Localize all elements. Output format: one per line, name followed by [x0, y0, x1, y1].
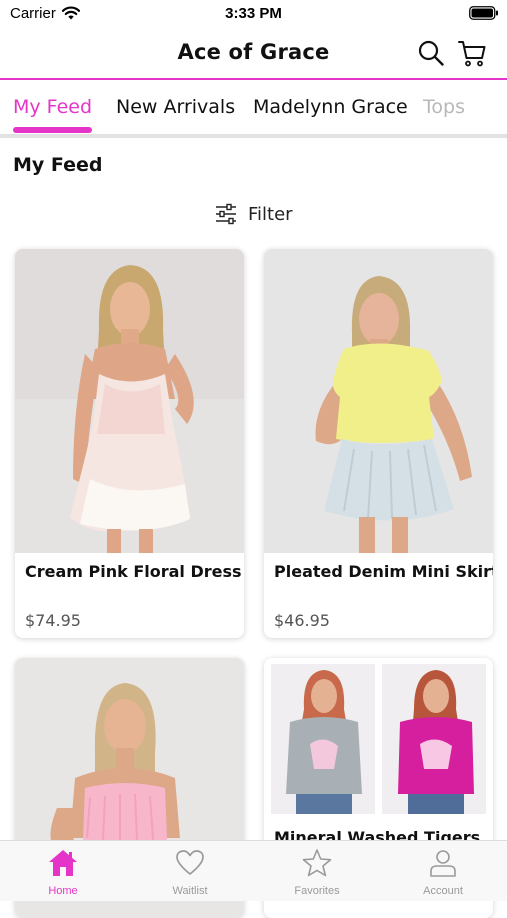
bottom-tab-bar: Home Waitlist Favorites Account: [0, 840, 507, 901]
category-tab-bar: My Feed New Arrivals Madelynn Grace Tops: [0, 80, 507, 138]
tab-my-feed[interactable]: My Feed: [13, 96, 92, 118]
product-card[interactable]: Cream Pink Floral Dress $74.95: [15, 249, 244, 638]
battery-icon: [469, 6, 498, 20]
product-price: $46.95: [274, 611, 330, 630]
search-icon: [418, 40, 444, 66]
status-bar: Carrier 3:33 PM: [0, 0, 507, 28]
product-name: Pleated Denim Mini Skirt: [274, 562, 493, 581]
tab-account[interactable]: Account: [398, 847, 488, 897]
search-button[interactable]: [415, 37, 447, 69]
tab-account-label: Account: [423, 885, 463, 897]
cart-icon: [458, 41, 486, 67]
active-tab-indicator: [13, 127, 92, 133]
product-name: Cream Pink Floral Dress: [25, 562, 242, 581]
tab-madelynn-grace[interactable]: Madelynn Grace: [253, 96, 408, 118]
sliders-icon: [216, 203, 236, 225]
cart-button[interactable]: [456, 37, 488, 69]
tab-new-arrivals[interactable]: New Arrivals: [116, 96, 235, 118]
filter-label: Filter: [248, 203, 293, 225]
status-time: 3:33 PM: [225, 5, 282, 22]
product-price: $74.95: [25, 611, 81, 630]
tab-waitlist[interactable]: Waitlist: [145, 847, 235, 897]
tab-favorites[interactable]: Favorites: [272, 847, 362, 897]
feed-title: My Feed: [13, 154, 103, 176]
product-image: [15, 249, 244, 553]
person-icon: [430, 850, 456, 877]
heart-icon: [176, 850, 204, 875]
tab-home-label: Home: [48, 885, 78, 897]
tab-home[interactable]: Home: [18, 847, 108, 897]
product-image: [264, 249, 493, 553]
product-card[interactable]: Pleated Denim Mini Skirt $46.95: [264, 249, 493, 638]
tab-tops[interactable]: Tops: [423, 96, 465, 118]
tab-favorites-label: Favorites: [294, 885, 340, 897]
filter-button[interactable]: Filter: [214, 200, 293, 228]
star-icon: [302, 849, 332, 877]
tab-waitlist-label: Waitlist: [172, 885, 208, 897]
app-header: Ace of Grace: [0, 28, 507, 80]
home-icon: [49, 850, 77, 876]
product-image: [264, 664, 493, 824]
